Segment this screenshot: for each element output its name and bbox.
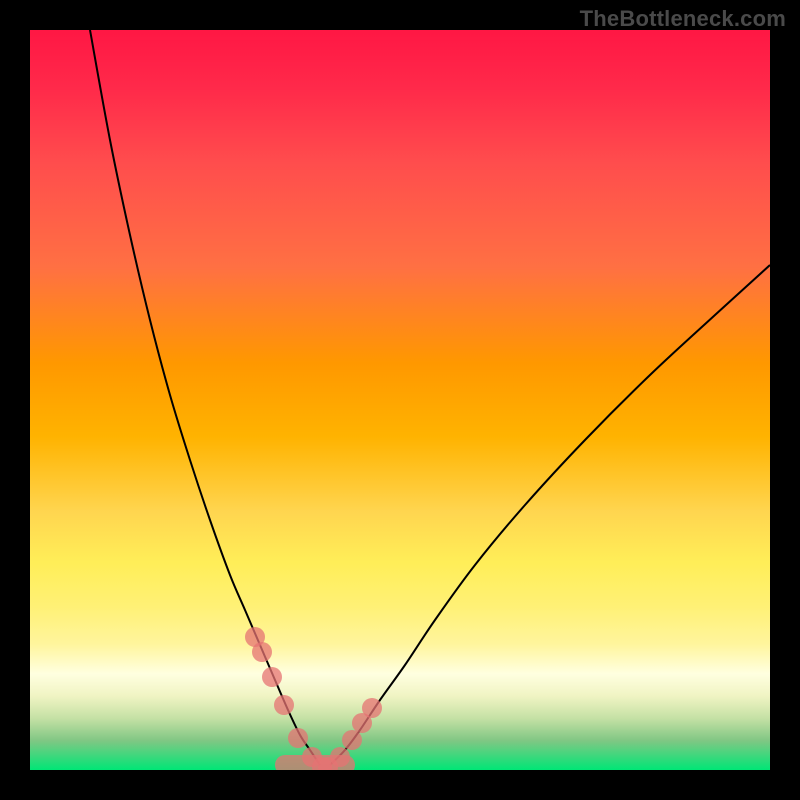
- marker-dot: [342, 730, 362, 750]
- watermark-text: TheBottleneck.com: [580, 6, 786, 32]
- left-curve: [90, 30, 320, 765]
- chart-svg: [30, 30, 770, 770]
- right-curve: [330, 265, 770, 765]
- marker-dot: [274, 695, 294, 715]
- marker-dot: [330, 747, 350, 767]
- chart-frame: TheBottleneck.com: [0, 0, 800, 800]
- marker-dot: [262, 667, 282, 687]
- marker-dot: [362, 698, 382, 718]
- marker-dot: [288, 728, 308, 748]
- marker-dot: [252, 642, 272, 662]
- plot-area: [30, 30, 770, 770]
- markers-left: [245, 627, 332, 770]
